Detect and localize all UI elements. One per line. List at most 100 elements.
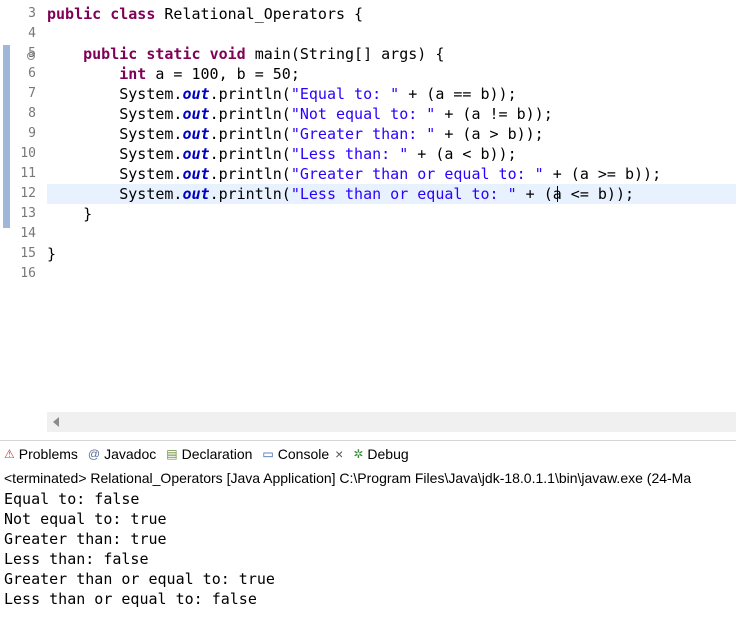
code-token: public: [47, 5, 102, 23]
tab-console[interactable]: ▭ Console ×: [258, 442, 350, 466]
tab-javadoc[interactable]: @ Javadoc: [84, 442, 162, 466]
code-token: System.: [47, 165, 183, 183]
tab-problems[interactable]: ⚠ Problems: [0, 442, 84, 466]
code-token: a = 100, b = 50;: [146, 65, 300, 83]
code-token: "Not equal to: ": [290, 105, 436, 123]
tab-label: Javadoc: [104, 446, 157, 462]
code-token: "Equal to: ": [290, 85, 400, 103]
console-status-line: <terminated> Relational_Operators [Java …: [4, 470, 692, 486]
line-number: 9: [28, 126, 36, 141]
code-token: "Less than or equal to: ": [290, 185, 517, 203]
code-line[interactable]: System.out.println("Less than: " + (a < …: [47, 144, 736, 164]
code-token: out: [182, 165, 210, 183]
javadoc-icon: @: [87, 447, 101, 461]
code-token: "Less than: ": [290, 145, 409, 163]
code-line[interactable]: System.out.println("Not equal to: " + (a…: [47, 104, 736, 124]
line-number: 14: [20, 226, 36, 241]
code-token: void: [209, 45, 246, 63]
code-token: }: [47, 205, 93, 223]
code-line[interactable]: public static void main(String[] args) {: [47, 44, 736, 64]
console-output-line: Equal to: false: [4, 490, 140, 508]
console-output-line: Greater than: true: [4, 530, 167, 548]
console-icon: ▭: [262, 447, 274, 461]
horizontal-scrollbar[interactable]: [47, 412, 736, 432]
code-token: out: [182, 105, 210, 123]
tab-label: Declaration: [181, 446, 253, 462]
code-token: + (a <= b));: [516, 185, 635, 203]
line-number: 3: [28, 6, 36, 21]
line-number: 4: [28, 26, 36, 41]
code-line[interactable]: }: [47, 244, 736, 264]
code-token: + (a < b));: [408, 145, 517, 163]
tab-label: Problems: [18, 446, 78, 462]
line-number: 15: [20, 246, 36, 261]
tab-debug[interactable]: ✲ Debug: [349, 442, 414, 466]
line-number: 16: [20, 266, 36, 281]
quick-diff-bar: [3, 45, 10, 228]
code-token: System.: [47, 185, 183, 203]
console-output-line: Less than or equal to: false: [4, 590, 257, 608]
code-token: out: [182, 145, 210, 163]
console-output-line: Not equal to: true: [4, 510, 167, 528]
code-token: out: [182, 185, 210, 203]
code-token: }: [47, 245, 57, 263]
close-icon[interactable]: ×: [335, 446, 343, 462]
code-token: Relational_Operators {: [155, 5, 364, 23]
code-token: .println(: [209, 85, 291, 103]
problems-icon: ⚠: [4, 447, 15, 461]
line-number: 6: [28, 66, 36, 81]
scroll-left-icon[interactable]: [53, 417, 59, 427]
code-token: out: [182, 125, 210, 143]
code-line[interactable]: }: [47, 204, 736, 224]
code-token: public: [83, 45, 138, 63]
code-token: .println(: [209, 125, 291, 143]
code-line[interactable]: System.out.println("Equal to: " + (a == …: [47, 84, 736, 104]
code-line[interactable]: int a = 100, b = 50;: [47, 64, 736, 84]
fold-collapse-icon[interactable]: ⊖: [27, 52, 35, 60]
line-number: 8: [28, 106, 36, 121]
console-output[interactable]: Equal to: false Not equal to: true Greater…: [4, 489, 736, 609]
debug-icon: ✲: [353, 447, 364, 461]
code-area[interactable]: public class Relational_Operators { publ…: [47, 4, 736, 284]
bottom-panel-tabs: ⚠ Problems @ Javadoc ▤ Declaration ▭ Console × ✲ D…: [0, 440, 736, 467]
code-token: out: [182, 85, 210, 103]
code-line[interactable]: [47, 224, 736, 244]
text-caret: [557, 186, 558, 202]
code-token: .println(: [209, 105, 291, 123]
code-token: + (a != b));: [435, 105, 553, 123]
tab-label: Debug: [367, 446, 409, 462]
tab-label: Console: [277, 446, 330, 462]
code-token: .println(: [209, 165, 291, 183]
code-token: "Greater than or equal to: ": [290, 165, 544, 183]
current-code-line[interactable]: System.out.println("Less than or equal t…: [47, 184, 736, 204]
code-token: main(String[] args) {: [245, 45, 445, 63]
code-token: System.: [47, 145, 183, 163]
console-output-line: Less than: false: [4, 550, 149, 568]
code-line[interactable]: System.out.println("Greater than or equa…: [47, 164, 736, 184]
declaration-icon: ▤: [166, 447, 178, 461]
code-token: "Greater than: ": [290, 125, 436, 143]
code-token: .println(: [209, 145, 291, 163]
tab-declaration[interactable]: ▤ Declaration: [162, 442, 258, 466]
line-number: 7: [28, 86, 36, 101]
code-line[interactable]: System.out.println("Greater than: " + (a…: [47, 124, 736, 144]
line-number: 10: [20, 146, 36, 161]
line-number: 13: [20, 206, 36, 221]
code-token: System.: [47, 105, 183, 123]
code-token: class: [110, 5, 156, 23]
code-line[interactable]: [47, 24, 736, 44]
code-line[interactable]: public class Relational_Operators {: [47, 4, 736, 24]
code-token: System.: [47, 125, 183, 143]
code-token: int: [119, 65, 147, 83]
code-token: + (a == b));: [399, 85, 517, 103]
code-line[interactable]: [47, 264, 736, 284]
line-number: 11: [20, 166, 36, 181]
code-editor[interactable]: 3 4 5 6 7 8 9 10 11 12 13 14 15 16 ⊖ public class Rel…: [0, 0, 736, 434]
code-token: .println(: [209, 185, 291, 203]
code-token: System.: [47, 85, 183, 103]
